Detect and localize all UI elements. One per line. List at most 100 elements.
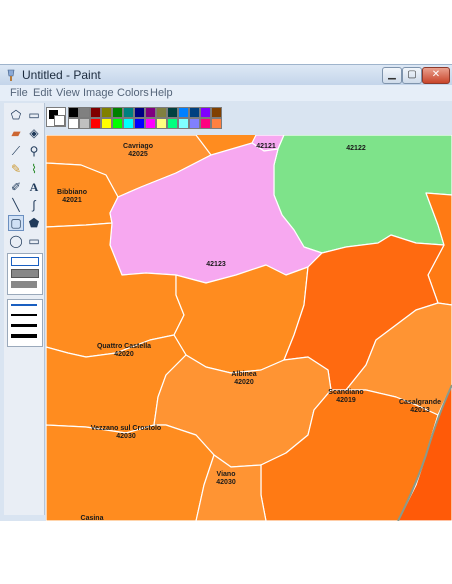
postal-code: 42013: [410, 407, 430, 414]
color-swatch[interactable]: [200, 118, 211, 129]
menu-image[interactable]: Image: [83, 87, 114, 99]
postal-code: 42030: [216, 479, 236, 486]
airbrush-icon[interactable]: ✐: [8, 179, 24, 195]
fill-bucket-icon[interactable]: ◈: [26, 125, 42, 141]
postal-code: 42030: [116, 433, 136, 440]
color-swatch[interactable]: [178, 118, 189, 129]
color-swatch[interactable]: [211, 118, 222, 129]
color-palette: [46, 105, 246, 129]
color-swatch[interactable]: [167, 118, 178, 129]
color-swatch[interactable]: [189, 107, 200, 118]
color-swatch[interactable]: [90, 118, 101, 129]
rectangle-icon[interactable]: ▢: [8, 215, 24, 231]
color-picker-icon[interactable]: ⟋: [8, 143, 24, 159]
municipality-name: Cavriago: [123, 143, 153, 150]
free-select-icon[interactable]: ⬠: [8, 107, 24, 123]
postal-code: 42020: [234, 379, 254, 386]
color-swatch[interactable]: [145, 107, 156, 118]
drawing-canvas[interactable]: Cavriago 42025 42121 42122 Bibbiano 42021 4212…: [46, 135, 452, 521]
menu-file[interactable]: File: [10, 87, 28, 99]
municipality-label: Quattro Castella 42020: [97, 343, 151, 359]
fill-style-options: [7, 253, 43, 295]
close-button[interactable]: ✕: [422, 67, 450, 84]
paint-app-icon: [7, 69, 15, 81]
color-swatch[interactable]: [68, 107, 79, 118]
polygon-icon[interactable]: ⬟: [26, 215, 42, 231]
current-colors[interactable]: [46, 107, 66, 127]
brush-icon[interactable]: ⌇: [26, 161, 42, 177]
color-swatch[interactable]: [90, 107, 101, 118]
color-swatch[interactable]: [101, 107, 112, 118]
municipality-name: Casalgrande: [398, 399, 442, 406]
outline-only-option[interactable]: [11, 257, 39, 266]
paint-window: Untitled - Paint ▁ ▢ ✕ File Edit View Im…: [0, 64, 452, 521]
outline-fill-option[interactable]: [11, 269, 39, 278]
magnifier-icon[interactable]: ⚲: [26, 143, 42, 159]
municipality-label: Viano 42030: [216, 471, 235, 487]
municipality-map: [46, 135, 452, 521]
color-swatch[interactable]: [156, 107, 167, 118]
text-icon[interactable]: A: [26, 179, 42, 195]
municipality-label: Bibbiano 42021: [57, 189, 87, 205]
curve-icon[interactable]: ∫: [26, 197, 42, 213]
pencil-icon[interactable]: ✎: [8, 161, 24, 177]
municipality-name: Bibbiano: [57, 189, 87, 196]
color-swatch[interactable]: [123, 118, 134, 129]
rounded-rect-icon[interactable]: ▭: [26, 233, 42, 249]
postal-code: 42122: [346, 145, 366, 152]
color-swatch[interactable]: [79, 107, 90, 118]
menu-bar: File Edit View Image Colors Help: [0, 85, 452, 101]
menu-colors[interactable]: Colors: [117, 87, 149, 99]
color-swatch[interactable]: [68, 118, 79, 129]
municipality-label: Scandiano 42019: [328, 389, 363, 405]
color-swatch[interactable]: [178, 107, 189, 118]
color-swatch[interactable]: [101, 118, 112, 129]
color-swatch[interactable]: [189, 118, 200, 129]
fill-only-option[interactable]: [11, 281, 37, 288]
color-swatch[interactable]: [156, 118, 167, 129]
municipality-label: Albinea 42020: [231, 371, 256, 387]
line-width-4[interactable]: [11, 334, 37, 338]
municipality-label: Casina42034: [81, 515, 104, 521]
rect-select-icon[interactable]: ▭: [26, 107, 42, 123]
color-swatch[interactable]: [145, 118, 156, 129]
menu-edit[interactable]: Edit: [33, 87, 52, 99]
line-width-3[interactable]: [11, 324, 37, 327]
line-icon[interactable]: ╲: [8, 197, 24, 213]
municipality-label: 42121: [256, 143, 275, 151]
color-swatch[interactable]: [200, 107, 211, 118]
color-swatch[interactable]: [211, 107, 222, 118]
color-swatch[interactable]: [123, 107, 134, 118]
menu-help[interactable]: Help: [150, 87, 173, 99]
postal-code: 42123: [206, 261, 226, 268]
eraser-icon[interactable]: ▰: [8, 125, 24, 141]
municipality-name: Vezzano sul Crostolo: [90, 425, 162, 432]
color-swatch[interactable]: [134, 107, 145, 118]
municipality-name: Casina: [80, 515, 104, 521]
color-swatch[interactable]: [167, 107, 178, 118]
line-width-1[interactable]: [11, 304, 37, 306]
color-swatch[interactable]: [79, 118, 90, 129]
postal-code: 42121: [256, 143, 276, 150]
color-swatch[interactable]: [134, 118, 145, 129]
ellipse-icon[interactable]: ◯: [8, 233, 24, 249]
title-bar[interactable]: Untitled - Paint ▁ ▢ ✕: [0, 65, 452, 85]
postal-code: 42020: [114, 351, 134, 358]
line-width-2[interactable]: [11, 314, 37, 316]
municipality-name: Quattro Castella: [96, 343, 152, 350]
municipality-name: Viano: [216, 471, 236, 478]
color-swatch[interactable]: [112, 107, 123, 118]
menu-view[interactable]: View: [56, 87, 80, 99]
window-title: Untitled - Paint: [22, 68, 101, 82]
municipality-label: 42123: [206, 261, 225, 269]
maximize-button[interactable]: ▢: [402, 67, 422, 84]
municipality-name: Scandiano: [328, 389, 364, 396]
line-width-options: [7, 299, 43, 347]
tool-box: ⬠ ▭ ▰ ◈ ⟋ ⚲ ✎ ⌇ ✐ A ╲ ∫ ▢ ⬟ ◯ ▭: [4, 103, 45, 515]
minimize-button[interactable]: ▁: [382, 67, 402, 84]
color-swatch[interactable]: [112, 118, 123, 129]
municipality-label: Vezzano sul Crostolo 42030: [91, 425, 161, 441]
municipality-label: Casalgrande 42013: [399, 399, 441, 415]
municipality-name: Albinea: [231, 371, 257, 378]
municipality-label: Cavriago 42025: [123, 143, 153, 159]
